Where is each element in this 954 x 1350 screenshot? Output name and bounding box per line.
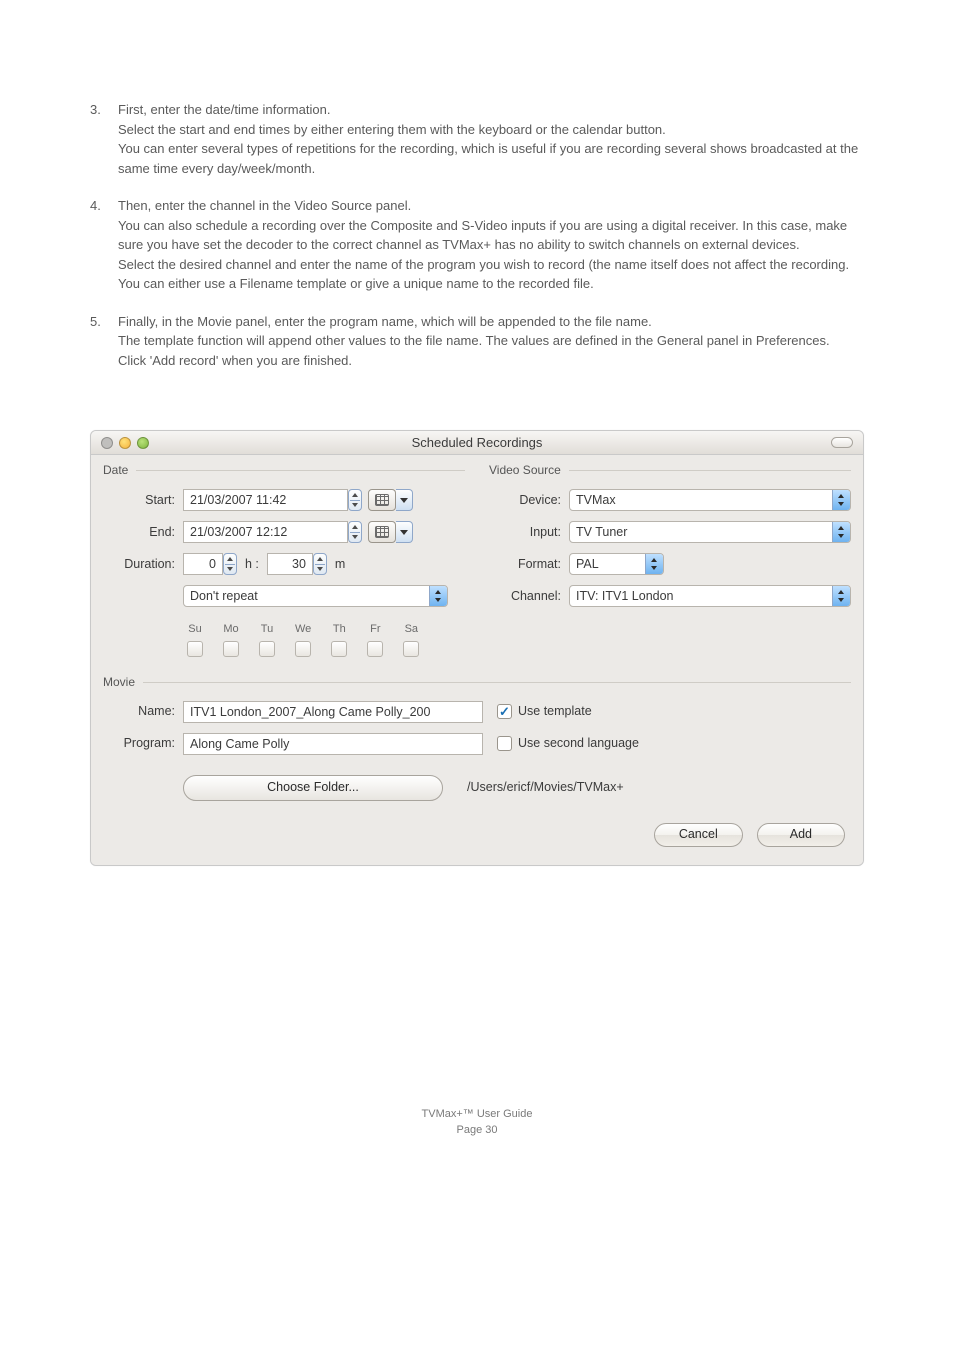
day-label: Th — [333, 621, 346, 638]
day-toggle-su[interactable] — [187, 641, 203, 657]
start-label: Start: — [103, 491, 183, 510]
format-label: Format: — [489, 555, 569, 574]
calendar-icon — [375, 526, 389, 538]
day-toggle-fr[interactable] — [367, 641, 383, 657]
section-date: Date — [103, 461, 465, 479]
instruction-item: 5. Finally, in the Movie panel, enter th… — [90, 312, 864, 371]
section-video-source-label: Video Source — [489, 461, 561, 479]
duration-hours-stepper[interactable] — [223, 553, 237, 575]
day-label: Su — [188, 621, 201, 638]
duration-minutes-stepper[interactable] — [313, 553, 327, 575]
footer-page: Page 30 — [90, 1122, 864, 1139]
name-input[interactable] — [183, 701, 483, 723]
start-calendar-button[interactable] — [368, 489, 396, 511]
hours-suffix: h : — [245, 555, 259, 574]
calendar-icon — [375, 494, 389, 506]
second-language-checkbox[interactable] — [497, 736, 512, 751]
end-stepper[interactable] — [348, 521, 362, 543]
instruction-number: 3. — [90, 100, 118, 178]
instruction-number: 4. — [90, 196, 118, 294]
end-label: End: — [103, 523, 183, 542]
day-toggle-sa[interactable] — [403, 641, 419, 657]
input-select[interactable]: TV Tuner — [569, 521, 851, 543]
close-icon[interactable] — [101, 437, 113, 449]
traffic-lights — [91, 437, 149, 449]
repeat-select[interactable]: Don't repeat — [183, 585, 448, 607]
day-toggle-tu[interactable] — [259, 641, 275, 657]
use-template-checkbox[interactable] — [497, 704, 512, 719]
instruction-item: 4. Then, enter the channel in the Video … — [90, 196, 864, 294]
duration-hours-input[interactable] — [183, 553, 223, 575]
channel-select[interactable]: ITV: ITV1 London — [569, 585, 851, 607]
end-calendar-button[interactable] — [368, 521, 396, 543]
select-arrows-icon — [832, 586, 850, 606]
format-select[interactable]: PAL — [569, 553, 664, 575]
channel-label: Channel: — [489, 587, 569, 606]
day-toggle-we[interactable] — [295, 641, 311, 657]
section-movie: Movie — [103, 673, 851, 691]
folder-path: /Users/ericf/Movies/TVMax+ — [467, 778, 624, 797]
duration-minutes-input[interactable] — [267, 553, 313, 575]
program-label: Program: — [103, 734, 183, 753]
window-titlebar[interactable]: Scheduled Recordings — [91, 431, 863, 455]
instruction-text: Finally, in the Movie panel, enter the p… — [118, 312, 830, 371]
day-label: Mo — [223, 621, 238, 638]
device-value: TVMax — [570, 491, 832, 510]
day-toggle-th[interactable] — [331, 641, 347, 657]
day-label: Fr — [370, 621, 380, 638]
select-arrows-icon — [429, 586, 447, 606]
duration-label: Duration: — [103, 555, 183, 574]
section-movie-label: Movie — [103, 673, 135, 691]
day-label: Sa — [405, 621, 418, 638]
day-label: Tu — [261, 621, 273, 638]
window-title: Scheduled Recordings — [91, 433, 863, 453]
name-label: Name: — [103, 702, 183, 721]
toolbar-toggle-icon[interactable] — [831, 437, 853, 448]
add-button[interactable]: Add — [757, 823, 845, 847]
day-selector: Su Mo Tu We Th Fr Sa — [183, 621, 419, 657]
zoom-icon[interactable] — [137, 437, 149, 449]
instruction-item: 3. First, enter the date/time informatio… — [90, 100, 864, 178]
day-toggle-mo[interactable] — [223, 641, 239, 657]
scheduled-recordings-window: Scheduled Recordings Date Start: End: — [90, 430, 864, 866]
select-arrows-icon — [645, 554, 663, 574]
instruction-number: 5. — [90, 312, 118, 371]
use-template-label: Use template — [518, 702, 592, 721]
instruction-list: 3. First, enter the date/time informatio… — [90, 100, 864, 370]
cancel-button[interactable]: Cancel — [654, 823, 743, 847]
input-label: Input: — [489, 523, 569, 542]
second-language-label: Use second language — [518, 734, 639, 753]
program-input[interactable] — [183, 733, 483, 755]
select-arrows-icon — [832, 522, 850, 542]
select-arrows-icon — [832, 490, 850, 510]
page-footer: TVMax+™ User Guide Page 30 — [90, 1106, 864, 1139]
footer-title: TVMax+™ User Guide — [90, 1106, 864, 1123]
format-value: PAL — [570, 555, 645, 574]
minimize-icon[interactable] — [119, 437, 131, 449]
instruction-text: First, enter the date/time information. … — [118, 100, 864, 178]
start-stepper[interactable] — [348, 489, 362, 511]
day-label: We — [295, 621, 311, 638]
section-date-label: Date — [103, 461, 128, 479]
start-calendar-menu[interactable] — [396, 489, 413, 511]
device-select[interactable]: TVMax — [569, 489, 851, 511]
minutes-suffix: m — [335, 555, 345, 574]
choose-folder-button[interactable]: Choose Folder... — [183, 775, 443, 801]
repeat-value: Don't repeat — [184, 587, 429, 606]
device-label: Device: — [489, 491, 569, 510]
instruction-text: Then, enter the channel in the Video Sou… — [118, 196, 864, 294]
end-input[interactable] — [183, 521, 348, 543]
end-calendar-menu[interactable] — [396, 521, 413, 543]
input-value: TV Tuner — [570, 523, 832, 542]
channel-value: ITV: ITV1 London — [570, 587, 832, 606]
start-input[interactable] — [183, 489, 348, 511]
section-video-source: Video Source — [489, 461, 851, 479]
